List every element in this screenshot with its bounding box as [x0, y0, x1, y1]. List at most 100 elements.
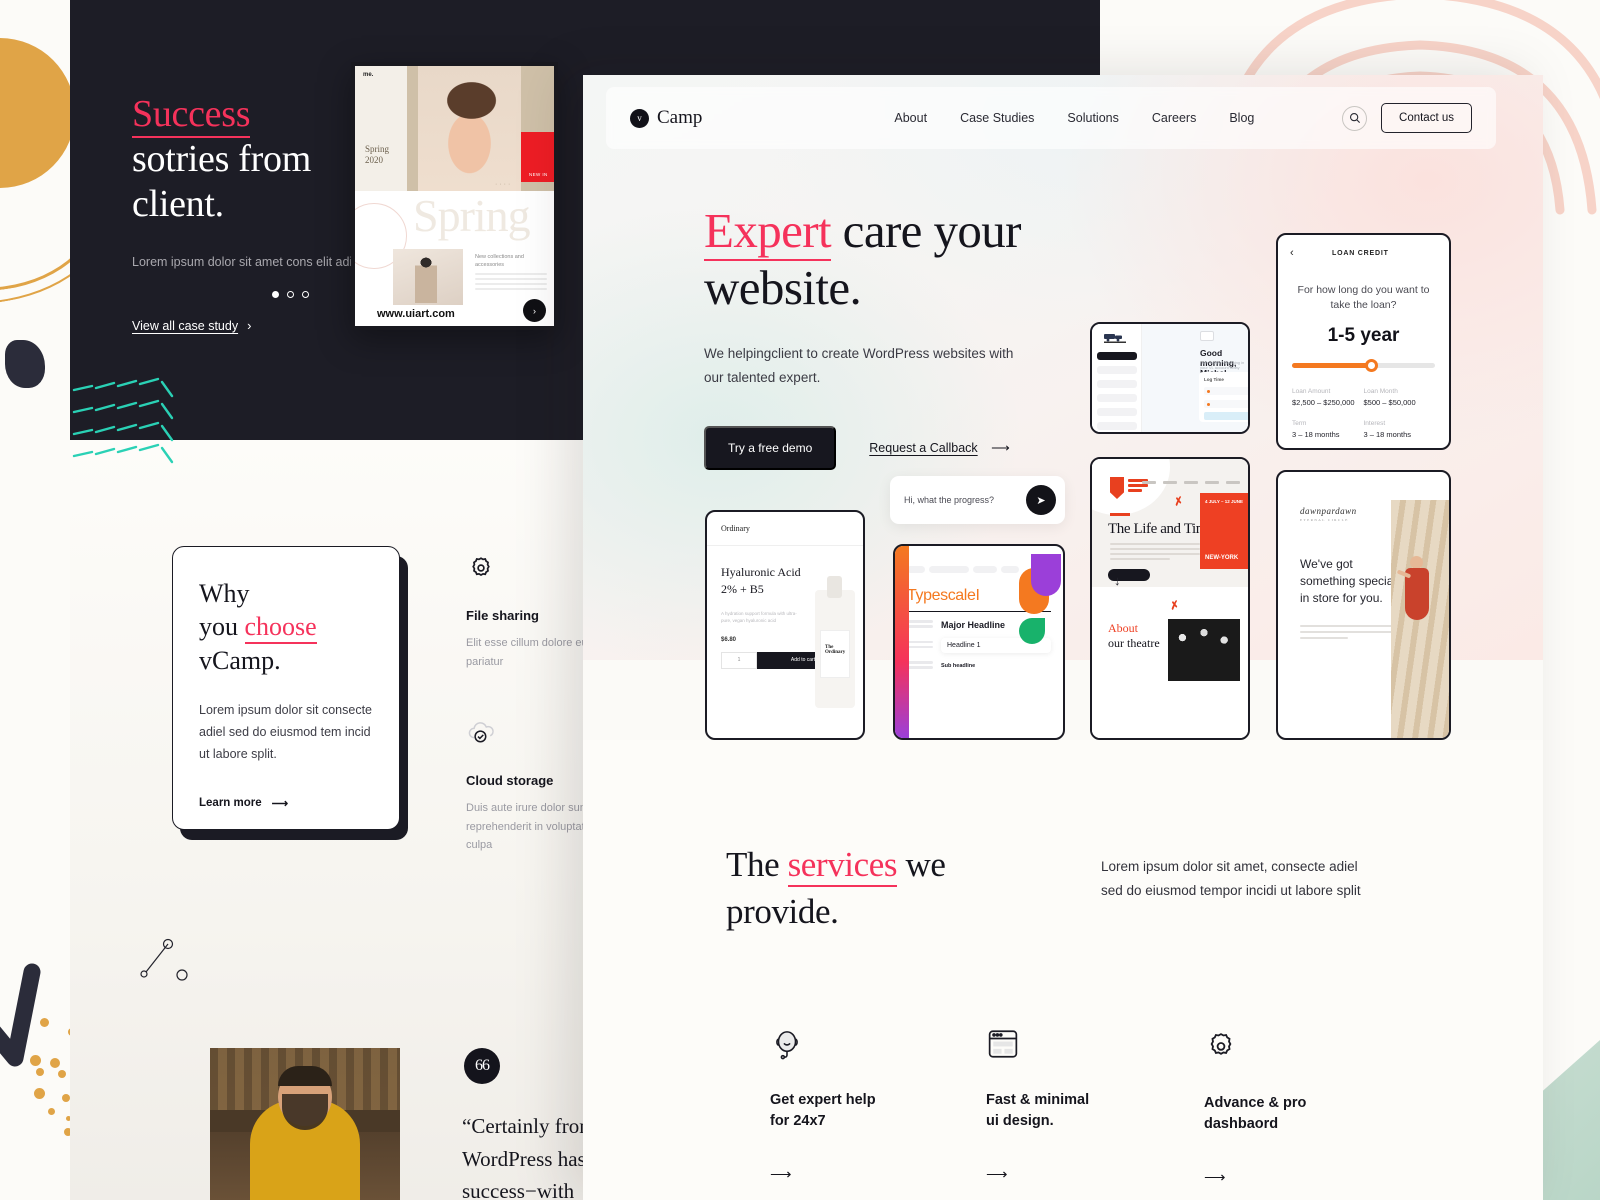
uiart-case-study-card[interactable]: me. Spring 2020 ···· NEW IN Spring New c… — [351, 62, 558, 330]
loan-card-header: ‹ LOAN CREDIT — [1278, 235, 1449, 259]
uiart-next-button[interactable]: › — [523, 299, 546, 322]
dashboard-nav-home[interactable] — [1097, 352, 1137, 360]
control-chip[interactable] — [1001, 566, 1019, 573]
x-mark-icon: ✗ — [1172, 495, 1185, 509]
uiart-spring-label: Spring 2020 — [365, 144, 389, 167]
about-line1: About — [1108, 621, 1138, 635]
uiart-new-in-badge: NEW IN — [521, 132, 554, 182]
loan-details-grid: Loan Amount $2,500 – $250,000 Loan Month… — [1292, 388, 1435, 439]
learn-more-link[interactable]: Learn more ⟶ — [199, 796, 373, 810]
testimonial-avatar-photo — [210, 1048, 400, 1200]
contact-us-button[interactable]: Contact us — [1381, 103, 1472, 133]
typescale-sample: Sub headline — [941, 663, 976, 669]
nav-link-blog[interactable]: Blog — [1229, 111, 1254, 125]
dashboard-nav-list[interactable] — [1097, 352, 1137, 432]
loan-field-value: 3 – 18 months — [1363, 430, 1412, 440]
loan-field: Loan Month $500 – $50,000 — [1364, 388, 1436, 407]
control-chip[interactable] — [929, 566, 969, 573]
theatre-eyebrow — [1110, 513, 1130, 516]
uiart-placeholder-lines — [475, 273, 547, 293]
dot-decoration — [58, 1070, 66, 1078]
carousel-dots[interactable] — [272, 291, 309, 298]
carousel-dot-3[interactable] — [302, 291, 309, 298]
service-card-title: Get expert help for 24x7 — [770, 1090, 960, 1131]
dawn-maintenance-card[interactable]: dawnpardawn ETERNAL CIRCLE We've got som… — [1276, 470, 1451, 740]
dashboard-search-input[interactable] — [1200, 331, 1214, 341]
brand-name: Camp — [657, 107, 703, 128]
ordinary-product-card[interactable]: Ordinary Hyaluronic Acid 2% + B5 A hydra… — [705, 510, 865, 740]
chevron-right-icon: › — [247, 318, 252, 334]
loan-slider[interactable] — [1292, 359, 1435, 373]
carousel-dot-1[interactable] — [272, 291, 279, 298]
service-card-dashboard[interactable]: Advance & pro dashbaord ⟶ — [1204, 1030, 1354, 1186]
loan-credit-card[interactable]: ‹ LOAN CREDIT For how long do you want t… — [1276, 233, 1451, 450]
dark-hero-title-line3: client. — [132, 182, 224, 225]
service-card-ui-design[interactable]: Fast & minimal ui design. ⟶ — [986, 1027, 1176, 1183]
send-button[interactable]: ➤ — [1026, 485, 1056, 515]
uiart-card-inner: me. Spring 2020 ···· NEW IN Spring New c… — [355, 66, 554, 326]
bottle-label: The Ordinary — [820, 630, 850, 678]
why-title-line2a: you — [199, 612, 245, 642]
layout-icon — [988, 1030, 1018, 1058]
nav-link-about[interactable]: About — [894, 111, 927, 125]
dashboard-sidebar — [1092, 324, 1142, 432]
theatre-website-card[interactable]: ✗ The Life and Times 4 JULY – 12 JUNE NE… — [1090, 457, 1250, 740]
dashboard-nav-documents[interactable] — [1097, 422, 1137, 430]
control-chip[interactable] — [973, 566, 997, 573]
dashboard-mockup-card[interactable]: Good morning, Michał Here whats happenin… — [1090, 322, 1250, 434]
control-chip[interactable] — [907, 566, 925, 573]
request-callback-link[interactable]: Request a Callback ⟶ — [869, 439, 1010, 457]
dashboard-nav-hardware[interactable] — [1097, 408, 1137, 416]
uiart-caption: New collections and accessories — [475, 253, 545, 270]
typescale-meta — [907, 620, 933, 630]
hero-subtitle-line1: We helpingclient to create WordPress web… — [704, 345, 986, 361]
theatre-about-section: ↓ ✗ About our theatre — [1092, 573, 1248, 738]
search-button[interactable] — [1342, 105, 1368, 131]
nav-link-solutions[interactable]: Solutions — [1067, 111, 1118, 125]
why-title-line1: Why — [199, 579, 250, 608]
dawn-brand-name: dawnpardawn — [1300, 506, 1357, 516]
why-card-title: Why you choose vCamp. — [199, 577, 373, 677]
truck-logo-icon — [1104, 334, 1126, 343]
bottle-cap — [827, 576, 842, 598]
badge-city: NEW-YORK — [1205, 555, 1239, 561]
why-card-body: Lorem ipsum dolor sit consecte adiel sed… — [199, 702, 372, 762]
hero-subtitle: We helpingclient to create WordPress web… — [704, 342, 1014, 390]
try-free-demo-button[interactable]: Try a free demo — [704, 425, 837, 470]
nav-link-case-studies[interactable]: Case Studies — [960, 111, 1034, 125]
search-icon — [1349, 112, 1360, 124]
theatre-nav[interactable] — [1142, 481, 1240, 484]
navigation-bar: v Camp About Case Studies Solutions Care… — [606, 87, 1496, 149]
arrow-right-icon: ⟶ — [271, 797, 289, 810]
quote-badge: 66 — [464, 1048, 500, 1084]
dashboard-nav-time-tracking[interactable] — [1097, 394, 1137, 402]
connector-doodle-left — [140, 938, 188, 981]
nav-link-careers[interactable]: Careers — [1152, 111, 1196, 125]
dawn-headline-line3: in store for you. — [1300, 591, 1383, 606]
dashboard-nav-claims[interactable] — [1097, 366, 1137, 374]
dashboard-nav-project-teams[interactable] — [1097, 380, 1137, 388]
service-card-arrow[interactable]: ⟶ — [986, 1165, 1176, 1183]
carousel-dot-2[interactable] — [287, 291, 294, 298]
dot-decoration — [36, 1068, 44, 1076]
nav-actions: Contact us — [1342, 103, 1472, 133]
ordinary-brand: Ordinary — [707, 512, 863, 546]
uiart-spring-word: Spring — [365, 144, 390, 154]
product-title-line1: Hyaluronic Acid — [721, 565, 801, 579]
quantity-input[interactable]: 1 — [721, 651, 757, 669]
service-card-arrow[interactable]: ⟶ — [770, 1165, 960, 1183]
foreground-website-window: v Camp About Case Studies Solutions Care… — [583, 75, 1543, 1200]
service-card-arrow[interactable]: ⟶ — [1204, 1168, 1354, 1186]
dawn-body-lines — [1300, 625, 1392, 640]
service-card-expert-help[interactable]: Get expert help for 24x7 ⟶ — [770, 1027, 960, 1183]
chat-bubble-card[interactable]: Hi, what the progress? ➤ — [890, 476, 1065, 524]
uiart-caption-line1: New collections and — [475, 254, 524, 260]
brand-logo[interactable]: v Camp — [630, 107, 702, 129]
typescale-sample: Major Headline — [941, 620, 1006, 630]
typescale-shapes — [1019, 554, 1063, 644]
services-title: The services we provide. — [726, 841, 1056, 936]
dot-decoration — [48, 1108, 55, 1115]
badge-date: 4 JULY – 12 JUNE — [1205, 499, 1244, 504]
typescale-mockup-card[interactable]: TypescaleI Major Headline Headline 1 Sub… — [893, 544, 1065, 740]
loan-slider-knob[interactable] — [1364, 359, 1378, 373]
